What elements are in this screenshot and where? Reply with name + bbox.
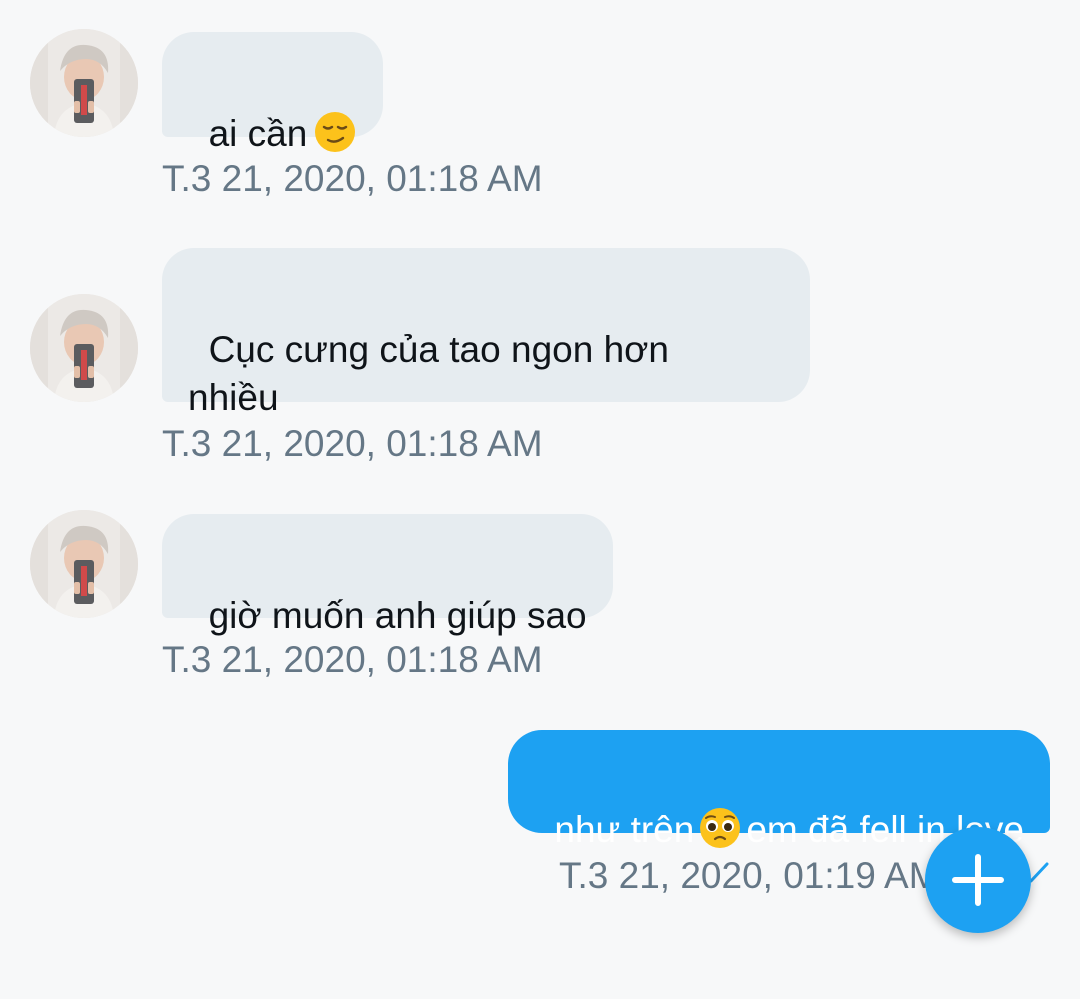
sender-avatar[interactable] [30,294,138,402]
message-timestamp: T.3 21, 2020, 01:18 AM [162,158,543,199]
message-text: ai cần [208,113,308,154]
message-timestamp: T.3 21, 2020, 01:18 AM [162,423,543,464]
relieved-face-icon [315,112,356,152]
message-bubble[interactable]: Cục cưng của tao ngon hơn nhiều [162,248,810,418]
message-bubble-outgoing[interactable]: như trên em đã fell in love [507,730,1050,850]
message-text: như trên [554,809,695,850]
message-timestamp: T.3 21, 2020, 01:19 AM [559,855,940,896]
message-timestamp: T.3 21, 2020, 01:18 AM [162,639,543,680]
plus-icon [952,854,1004,906]
avatar-photo [30,294,138,402]
new-message-fab[interactable] [925,827,1031,933]
avatar-photo [30,29,138,137]
message-text: Cục cưng của tao ngon hơn nhiều [188,329,670,418]
avatar-photo [30,510,138,618]
message-bubble[interactable]: giờ muốn anh giúp sao [162,514,613,636]
message-text: giờ muốn anh giúp sao [208,595,587,636]
sender-avatar[interactable] [30,510,138,618]
sender-avatar[interactable] [30,29,138,137]
pleading-face-icon [700,808,741,848]
message-bubble[interactable]: ai cần [162,32,384,154]
